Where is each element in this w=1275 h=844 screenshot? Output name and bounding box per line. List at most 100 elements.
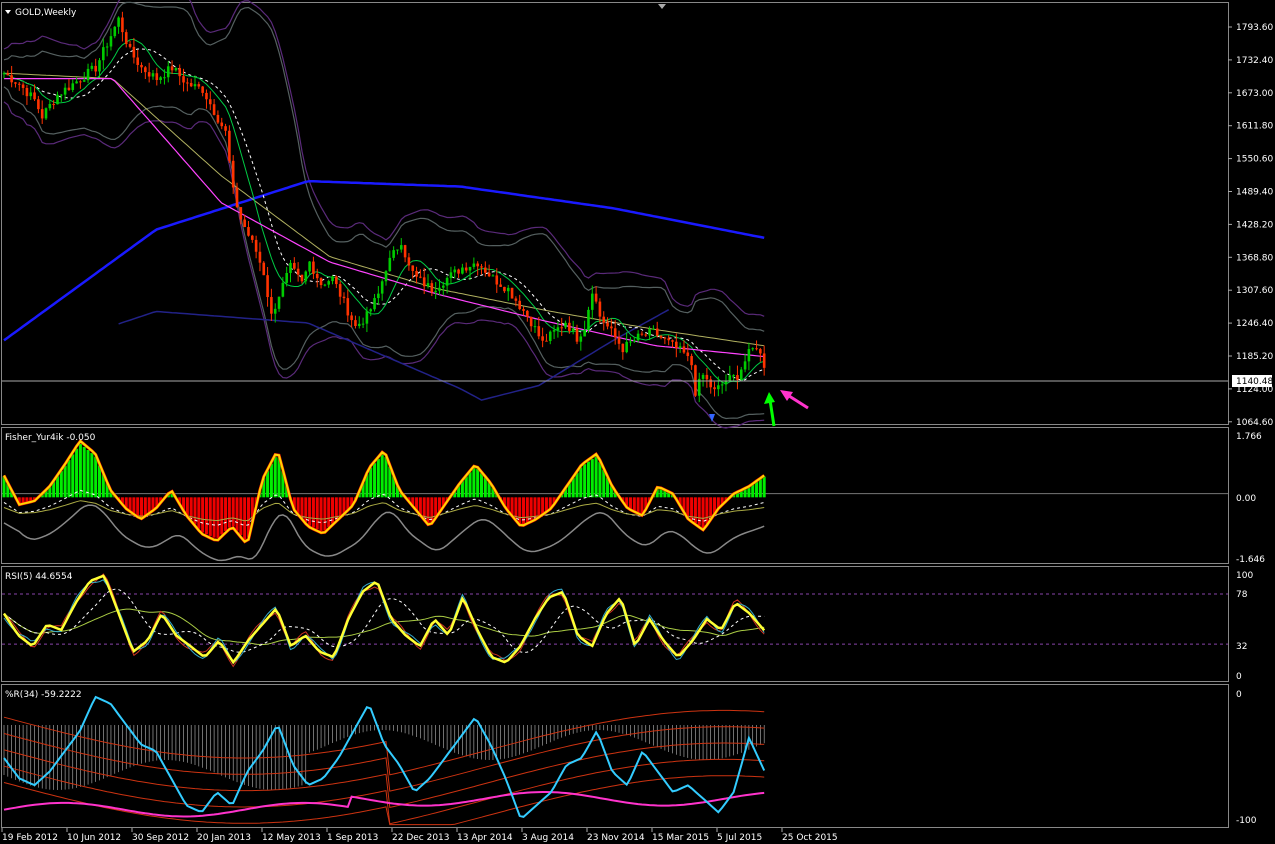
candle-body — [690, 356, 693, 366]
fisher-bar — [67, 460, 71, 498]
fisher-bar — [315, 497, 319, 530]
candle-body — [331, 276, 334, 282]
y-tick-label: 100 — [1236, 571, 1253, 581]
candle-body — [231, 160, 235, 188]
candle-body — [335, 276, 338, 285]
candle-body — [449, 272, 453, 278]
candle-body — [239, 207, 243, 220]
candle-body — [399, 245, 403, 250]
fisher-bar — [594, 456, 598, 498]
candle-body — [258, 251, 262, 263]
candle-body — [610, 326, 613, 329]
candle-body — [671, 340, 674, 342]
candle-body — [86, 68, 90, 81]
candle-body — [40, 109, 44, 119]
candle-body — [541, 336, 544, 341]
fisher-bar — [220, 497, 224, 535]
candle-body — [686, 352, 690, 357]
williams-label: %R(34) -59.2222 — [5, 690, 82, 700]
candle-body — [548, 331, 552, 342]
fisher-bar — [86, 449, 90, 498]
candle-body — [701, 374, 705, 379]
y-tick-label: 0 — [1236, 672, 1242, 682]
fisher-bar — [755, 481, 759, 498]
candle-body — [243, 219, 246, 228]
fisher-bar — [63, 465, 67, 498]
fisher-bar — [575, 472, 579, 498]
fisher-bar — [579, 467, 583, 498]
fisher-bar — [71, 454, 75, 498]
candle-body — [392, 250, 395, 258]
x-tick-label: 12 May 2013 — [262, 833, 321, 843]
candle-body — [105, 46, 109, 48]
candle-body — [289, 262, 292, 273]
candle-body — [484, 267, 487, 273]
candle-body — [29, 92, 33, 97]
candle-body — [136, 57, 139, 65]
x-tick-label: 10 Jun 2012 — [67, 833, 121, 843]
candle-body — [419, 276, 422, 278]
candle-body — [762, 353, 766, 368]
fisher-bar — [476, 468, 480, 498]
candle-body — [159, 77, 162, 81]
candle-body — [495, 275, 499, 285]
candle-body — [94, 65, 97, 72]
candle-body — [193, 84, 197, 87]
candle-body — [67, 87, 71, 90]
candle-body — [212, 104, 216, 115]
candle-body — [480, 266, 483, 268]
candle-body — [369, 309, 373, 312]
candle-body — [357, 323, 361, 327]
candle-body — [568, 322, 571, 331]
candle-body — [113, 26, 117, 37]
candle-body — [354, 320, 357, 327]
y-tick-label: 0 — [1236, 690, 1242, 700]
candle-body — [514, 298, 518, 301]
fisher-bar — [59, 470, 63, 498]
fisher-bar — [480, 473, 483, 498]
candle-body — [296, 268, 300, 275]
candle-body — [663, 337, 667, 339]
y-tick-label: 1550.60 — [1236, 155, 1273, 165]
candle-body — [736, 375, 739, 380]
fisher-bar — [269, 463, 273, 498]
fisher-bar — [216, 497, 220, 538]
fisher-bar — [132, 497, 136, 514]
fisher-bar — [90, 453, 94, 498]
candle-body — [247, 227, 250, 236]
current-price-value: 1140.48 — [1236, 377, 1273, 387]
y-tick-label: 1.766 — [1236, 432, 1262, 442]
candle-body — [659, 335, 663, 338]
candle-body — [132, 46, 136, 58]
candle-body — [621, 343, 625, 353]
fisher-bar — [201, 497, 205, 533]
candle-body — [308, 261, 311, 272]
candle-body — [571, 328, 575, 331]
fisher-bar — [590, 458, 594, 498]
trading-chart[interactable]: 1793.60 1732.40 1673.00 1611.80 1550.60 1489.… — [0, 0, 1275, 844]
candle-body — [457, 269, 460, 274]
candle-body — [315, 273, 319, 279]
fisher-bar — [541, 497, 545, 514]
candle-body — [266, 275, 269, 298]
candle-body — [380, 281, 384, 294]
candle-body — [422, 277, 426, 287]
y-tick-label: -100 — [1236, 816, 1257, 826]
candle-body — [411, 265, 415, 271]
candle-body — [166, 66, 170, 78]
candle-body — [583, 329, 586, 337]
candle-body — [396, 249, 399, 251]
candle-body — [117, 17, 120, 27]
candle-body — [128, 43, 132, 47]
fisher-bar — [224, 497, 228, 531]
fisher-bar — [483, 477, 487, 498]
x-tick-label: 1 Sep 2013 — [327, 833, 378, 843]
candle-body — [79, 81, 82, 83]
fisher-bar — [468, 472, 472, 498]
candle-body — [678, 346, 682, 348]
candle-body — [705, 374, 709, 380]
candle-body — [751, 348, 755, 350]
candle-body — [430, 283, 434, 293]
fisher-bar — [701, 497, 705, 529]
candle-body — [98, 60, 101, 72]
